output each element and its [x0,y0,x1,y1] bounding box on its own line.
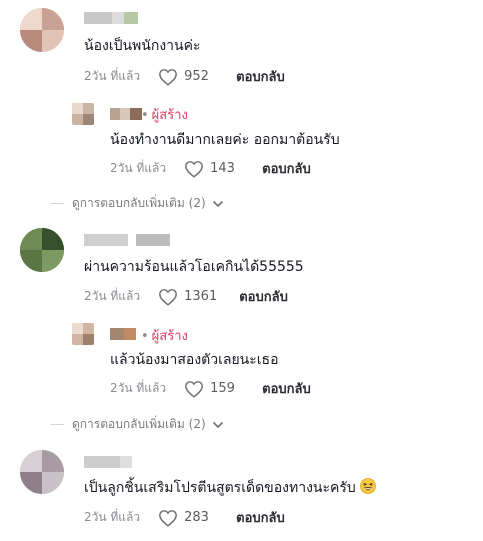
comment-meta: 2วัน ที่แล้ว 283 ตอบกลับ [84,507,285,528]
reply-button[interactable]: ตอบกลับ [239,286,288,307]
heart-outline-icon[interactable] [158,288,178,306]
avatar[interactable] [20,450,64,494]
heart-outline-icon[interactable] [158,68,178,86]
divider-line [50,424,64,425]
avatar[interactable] [20,8,64,52]
reply-time: 2วัน ที่แล้ว [110,161,167,175]
reply-meta: 2วัน ที่แล้ว 159 ตอบกลับ [110,378,311,399]
username-blurred[interactable] [84,12,138,24]
creator-label: • ผู้สร้าง [141,108,188,123]
chevron-down-icon [212,421,224,429]
comment-time: 2วัน ที่แล้ว [84,510,141,524]
heart-outline-icon[interactable] [158,509,178,527]
creator-label: • ผู้สร้าง [141,329,188,344]
comment-time: 2วัน ที่แล้ว [84,289,141,303]
view-more-replies[interactable]: ดูการตอบกลับเพิ่มเติม (2) [50,194,224,213]
comment-time: 2วัน ที่แล้ว [84,69,141,83]
like-count: 143 [210,161,235,176]
reply-time: 2วัน ที่แล้ว [110,381,167,395]
username-blurred[interactable] [84,234,170,246]
avatar[interactable] [20,228,64,272]
reply-text: น้องทำงานดีมากเลยค่ะ ออกมาต้อนรับ [110,132,340,148]
username-blurred[interactable] [110,328,136,340]
username-blurred[interactable] [110,108,142,120]
divider-line [50,203,64,204]
like-count: 283 [184,510,209,525]
reply-button[interactable]: ตอบกลับ [236,507,285,528]
comment-text: เป็นลูกชิ้นเสริมโปรตีนสูตรเด็ดของทางนะคร… [84,478,377,497]
comment-meta: 2วัน ที่แล้ว 952 ตอบกลับ [84,66,285,87]
avatar[interactable] [72,323,94,345]
heart-outline-icon[interactable] [184,380,204,398]
like-count: 1361 [184,289,218,304]
comment-text: ผ่านความร้อนแล้วโอเคกินได้55555 [84,259,304,275]
username-blurred[interactable] [84,456,132,468]
comment-text: น้องเป็นพนักงานค่ะ [84,38,201,54]
comment-meta: 2วัน ที่แล้ว 1361 ตอบกลับ [84,286,288,307]
reply-text: แล้วน้องมาสองตัวเลยนะเธอ [110,352,279,368]
avatar[interactable] [72,103,94,125]
chevron-down-icon [212,200,224,208]
like-count: 159 [210,381,235,396]
reply-meta: 2วัน ที่แล้ว 143 ตอบกลับ [110,158,311,179]
reply-button[interactable]: ตอบกลับ [262,158,311,179]
heart-outline-icon[interactable] [184,160,204,178]
reply-button[interactable]: ตอบกลับ [236,66,285,87]
grinning-squinting-face-emoji [360,478,377,494]
reply-button[interactable]: ตอบกลับ [262,378,311,399]
view-more-replies[interactable]: ดูการตอบกลับเพิ่มเติม (2) [50,415,224,434]
like-count: 952 [184,69,209,84]
